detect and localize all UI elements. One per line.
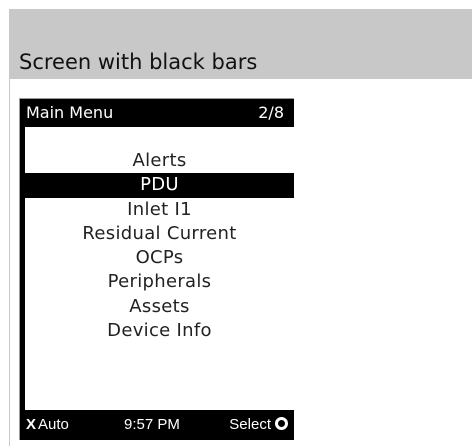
menu-item-inlet[interactable]: Inlet I1 — [25, 198, 294, 222]
section-title: Screen with black bars — [19, 50, 258, 74]
menu-item-alerts[interactable]: Alerts — [25, 149, 294, 173]
menu-item-peripherals[interactable]: Peripherals — [25, 270, 294, 294]
select-label: Select — [229, 416, 271, 433]
lcd-screen: Main Menu 2/8 Alerts PDU Inlet I1 Residu… — [19, 98, 294, 440]
menu-item-residual-current[interactable]: Residual Current — [25, 222, 294, 246]
x-icon: X — [26, 416, 37, 433]
auto-softkey[interactable]: X Auto — [26, 410, 69, 440]
lcd-top-bar: Main Menu 2/8 — [20, 99, 294, 127]
menu-title: Main Menu — [26, 103, 114, 122]
menu-item-pdu[interactable]: PDU — [25, 173, 294, 198]
clock-display: 9:57 PM — [124, 416, 180, 433]
menu-item-device-info[interactable]: Device Info — [25, 319, 294, 343]
main-menu-list: Alerts PDU Inlet I1 Residual Current OCP… — [25, 149, 294, 343]
auto-label: Auto — [38, 416, 69, 433]
menu-item-ocps[interactable]: OCPs — [25, 246, 294, 270]
select-softkey[interactable]: Select — [229, 410, 288, 440]
lcd-bottom-bar: X Auto 9:57 PM Select — [20, 410, 294, 440]
circle-icon — [275, 417, 288, 430]
page-indicator: 2/8 — [258, 103, 284, 122]
lcd-menu-area: Alerts PDU Inlet I1 Residual Current OCP… — [25, 127, 294, 410]
menu-item-assets[interactable]: Assets — [25, 295, 294, 319]
section-header: Screen with black bars — [9, 9, 472, 79]
